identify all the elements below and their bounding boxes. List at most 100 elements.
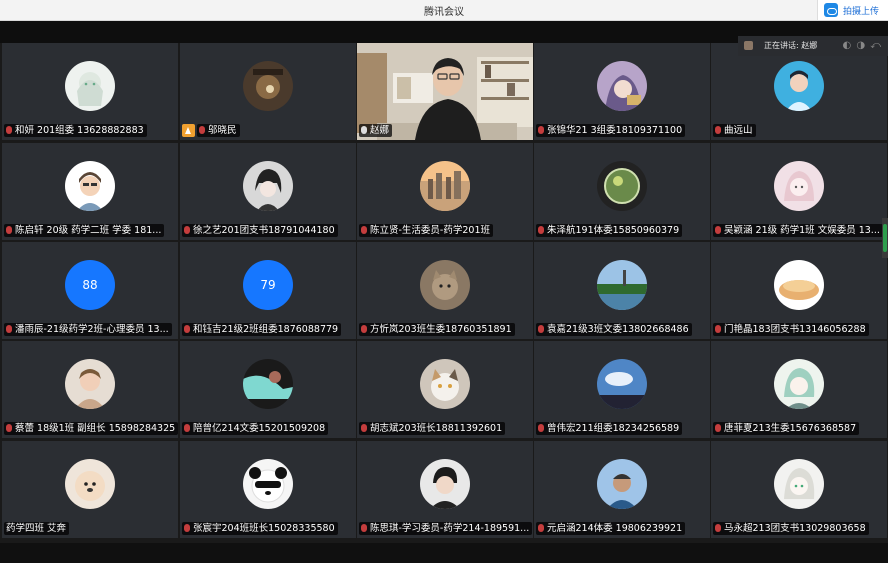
participant-avatar [243, 459, 293, 509]
participant-avatar [420, 161, 470, 211]
microphone-muted-icon [538, 325, 544, 333]
participant-tile[interactable]: 胡志斌203班长18811392601 [357, 341, 533, 438]
participant-avatar [65, 61, 115, 111]
participant-name-label: 蔡蕾 18级1班 副组长 15898284325 [4, 422, 178, 435]
participant-tile[interactable]: 79 和钰吉21级2班组委1876088779 [180, 242, 356, 339]
participant-tile[interactable]: 陈启轩 20级 药学二班 学委 181... [2, 143, 178, 240]
participant-name-label: 赵娜 [359, 124, 393, 137]
participant-tile[interactable]: 唐菲夏213生委15676368587 [711, 341, 887, 438]
participant-name-label: 张锦华21 3组委18109371100 [536, 124, 686, 137]
participant-tile[interactable]: 药学四班 艾奔 [2, 441, 178, 538]
participant-tile[interactable]: 吴颖涵 21级 药学1班 文娱委员 13... [711, 143, 887, 240]
participant-grid: 和妍 201组委 13628882883 邬晓民 赵娜 张锦华21 3组委181093… [0, 43, 888, 543]
participant-name-label: 邬晓民 [197, 124, 240, 137]
participant-name-label: 陈启轩 20级 药学二班 学委 181... [4, 224, 165, 237]
participant-name-label: 陈立贤-生活委员-药学201班 [359, 224, 493, 237]
microphone-muted-icon [538, 524, 544, 532]
participant-avatar [65, 161, 115, 211]
participant-tile[interactable]: 曲远山 [711, 43, 887, 140]
cloud-icon [824, 3, 838, 17]
participant-name-label: 药学四班 艾奔 [4, 522, 70, 535]
participant-tile[interactable]: 陪曾亿214文委15201509208 [180, 341, 356, 438]
speaking-indicator: 正在讲话: 赵娜 ◐ ◑ ⤺ [738, 36, 888, 56]
microphone-muted-icon [361, 325, 367, 333]
microphone-muted-icon [715, 524, 721, 532]
cloud-upload-label: 拍摄上传 [843, 7, 880, 17]
participant-tile[interactable]: 袁嘉21级3班文委13802668486 [534, 242, 710, 339]
participant-name: 和妍 201组委 13628882883 [15, 125, 144, 136]
microphone-muted-icon [361, 524, 367, 532]
participant-name-label: 元启涵214体委 19806239921 [536, 522, 686, 535]
participant-avatar [597, 61, 647, 111]
bottom-band [0, 543, 888, 563]
participant-tile[interactable]: 赵娜 [357, 43, 533, 140]
participant-name-label: 张宸宇204班班长15028335580 [182, 522, 338, 535]
participant-name: 门艳晶183团支书13146056288 [724, 324, 866, 335]
participant-tile[interactable]: 张宸宇204班班长15028335580 [180, 441, 356, 538]
participant-name-label: 曲远山 [713, 124, 756, 137]
participant-tile[interactable]: 方忻岚203班生委18760351891 [357, 242, 533, 339]
participant-avatar [774, 161, 824, 211]
participant-avatar [243, 161, 293, 211]
participant-name: 邬晓民 [208, 125, 237, 136]
participant-name-label: 门艳晶183团支书13146056288 [713, 323, 869, 336]
microphone-muted-icon [361, 424, 367, 432]
microphone-muted-icon [6, 424, 12, 432]
participant-tile[interactable]: 张锦华21 3组委18109371100 [534, 43, 710, 140]
participant-name: 曲远山 [724, 125, 753, 136]
participant-tile[interactable]: 马永超213团支书13029803658 [711, 441, 887, 538]
participant-tile[interactable]: 朱泽航191体委15850960379 [534, 143, 710, 240]
microphone-muted-icon [6, 126, 12, 134]
participant-tile[interactable]: 88 潘雨辰-21级药学2班-心理委员 13... [2, 242, 178, 339]
participant-name-label: 方忻岚203班生委18760351891 [359, 323, 515, 336]
participant-name: 张宸宇204班班长15028335580 [193, 523, 335, 534]
participant-avatar [420, 459, 470, 509]
participant-tile[interactable]: 陈思琪-学习委员-药学214-189591... [357, 441, 533, 538]
participant-name-label: 陈思琪-学习委员-药学214-189591... [359, 522, 533, 535]
cloud-upload-button[interactable]: 拍摄上传 [817, 0, 888, 20]
participant-name: 张锦华21 3组委18109371100 [547, 125, 683, 136]
microphone-muted-icon [184, 226, 190, 234]
microphone-muted-icon [538, 226, 544, 234]
microphone-muted-icon [6, 325, 12, 333]
participant-avatar: 88 [65, 260, 115, 310]
view-controls[interactable]: ◐ ◑ ⤺ [843, 40, 883, 51]
participant-tile[interactable]: 元启涵214体委 19806239921 [534, 441, 710, 538]
participant-name: 药学四班 艾奔 [6, 523, 67, 534]
participant-name-label: 胡志斌203班长18811392601 [359, 422, 506, 435]
microphone-muted-icon [199, 126, 205, 134]
participant-name-label: 唐菲夏213生委15676368587 [713, 422, 860, 435]
title-bar: 腾讯会议 拍摄上传 [0, 0, 888, 21]
participant-tile[interactable]: 徐之艺201团支书18791044180 [180, 143, 356, 240]
microphone-muted-icon [6, 226, 12, 234]
microphone-muted-icon [184, 424, 190, 432]
participant-tile[interactable]: 邬晓民 [180, 43, 356, 140]
participant-name-label: 吴颖涵 21级 药学1班 文娱委员 13... [713, 224, 883, 237]
participant-name: 袁嘉21级3班文委13802668486 [547, 324, 689, 335]
participant-avatar [243, 61, 293, 111]
participant-name-label: 陪曾亿214文委15201509208 [182, 422, 329, 435]
participant-tile[interactable]: 门艳晶183团支书13146056288 [711, 242, 887, 339]
participant-name: 陈思琪-学习委员-药学214-189591... [370, 523, 530, 534]
participant-tile[interactable]: 蔡蕾 18级1班 副组长 15898284325 [2, 341, 178, 438]
participant-tile[interactable]: 曾伟宏211组委18234256589 [534, 341, 710, 438]
participant-name: 曾伟宏211组委18234256589 [547, 423, 680, 434]
participant-avatar [65, 359, 115, 409]
microphone-muted-icon [715, 424, 721, 432]
participant-name: 徐之艺201团支书18791044180 [193, 225, 335, 236]
scrollbar-thumb[interactable] [883, 224, 887, 252]
participant-tile[interactable]: 陈立贤-生活委员-药学201班 [357, 143, 533, 240]
participant-avatar [774, 459, 824, 509]
participant-name: 唐菲夏213生委15676368587 [724, 423, 857, 434]
participant-avatar [65, 459, 115, 509]
microphone-muted-icon [538, 424, 544, 432]
microphone-on-icon [361, 126, 367, 134]
participant-name-label: 马永超213团支书13029803658 [713, 522, 869, 535]
host-badge-icon [182, 124, 195, 137]
participant-name-label: 朱泽航191体委15850960379 [536, 224, 683, 237]
participant-avatar [597, 459, 647, 509]
participant-tile[interactable]: 和妍 201组委 13628882883 [2, 43, 178, 140]
participant-name-label: 和妍 201组委 13628882883 [4, 124, 147, 137]
participant-name-label: 曾伟宏211组委18234256589 [536, 422, 683, 435]
participant-avatar [597, 359, 647, 409]
